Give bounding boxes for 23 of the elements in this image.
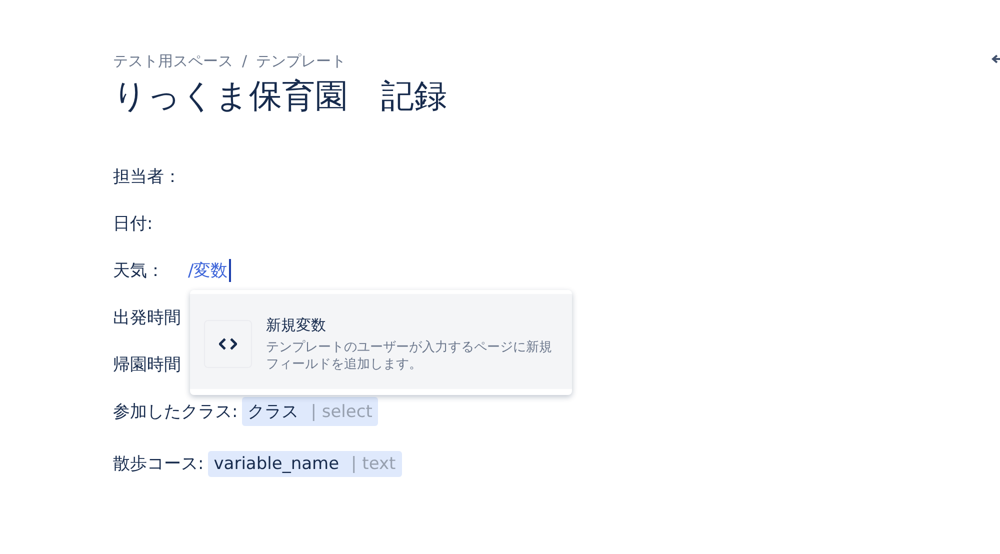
field-label: 散歩コース: [113,453,204,475]
arrow-icon[interactable] [991,53,1000,65]
variable-chip[interactable]: クラス | select [242,397,378,426]
field-label: 帰園時間 [113,354,181,376]
menu-item-title: 新規変数 [266,316,327,335]
field-label: 参加したクラス: [113,401,238,423]
breadcrumb-link[interactable]: テンプレート [256,52,346,70]
code-icon [219,337,237,351]
breadcrumb-link[interactable]: テスト用スペース [113,52,233,70]
variable-name: クラス [248,401,299,423]
field-label: 日付: [113,213,153,235]
variable-type: | text [351,454,396,474]
menu-item[interactable]: 新規変数 テンプレートのユーザーが入力するページに新規フィールドを追加します。 [190,294,572,389]
variable-name: variable_name [214,454,340,474]
field-label: 出発時間 [113,307,181,329]
field-label: 担当者： [113,166,181,188]
variable-type: | select [310,402,372,422]
field-label: 天気： [113,260,164,282]
typed-text[interactable]: /変数 [188,259,231,282]
breadcrumb-separator: / [242,52,248,70]
variable-chip[interactable]: variable_name | text [208,450,402,476]
menu-item-description: テンプレートのユーザーが入力するページに新規フィールドを追加します。 [266,339,553,373]
page-title: りっくま保育園 記録 [113,75,448,117]
